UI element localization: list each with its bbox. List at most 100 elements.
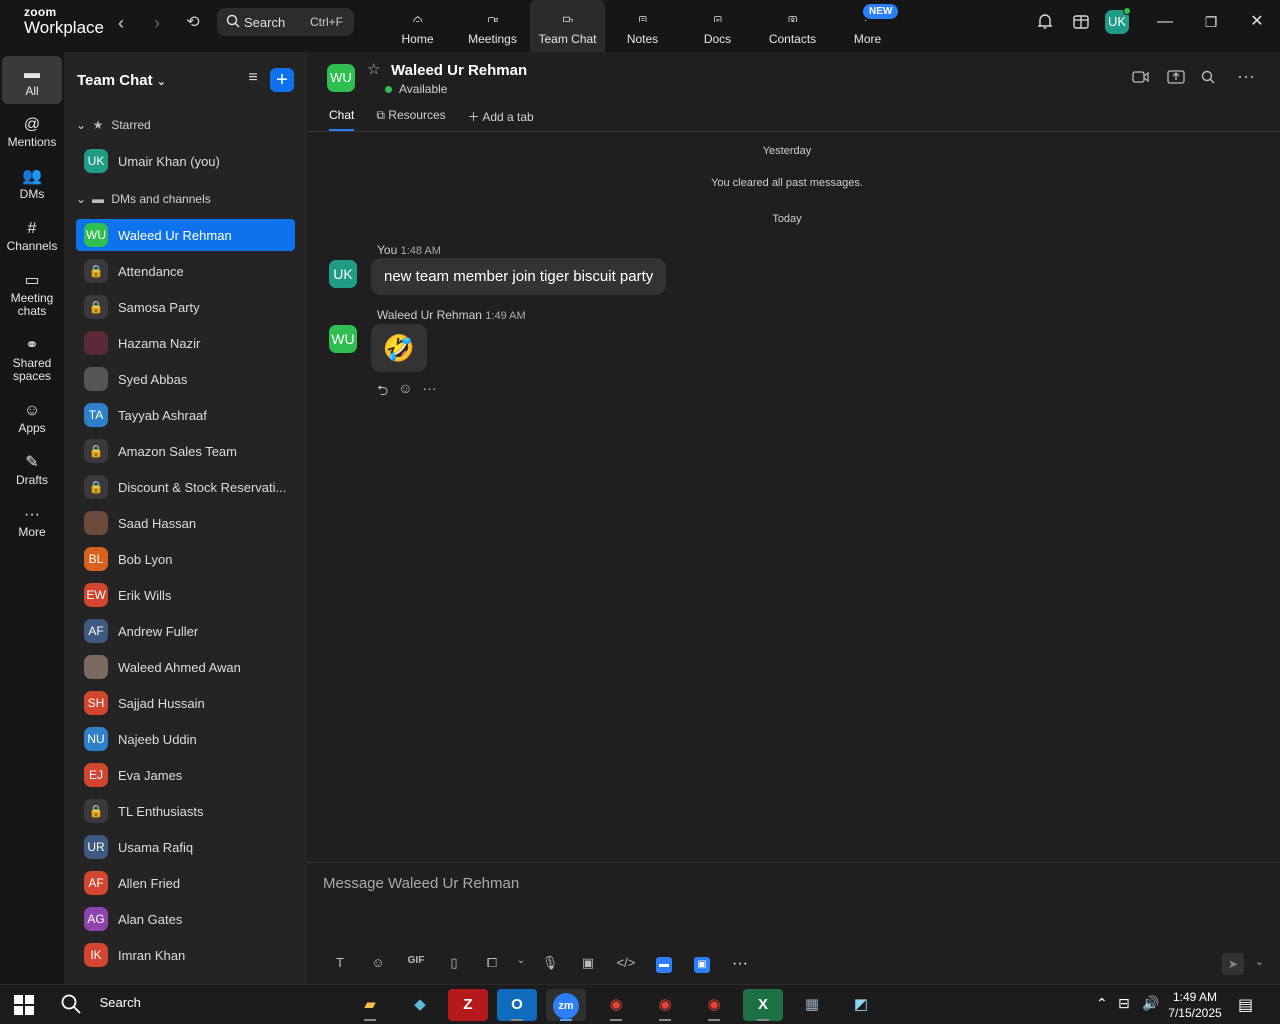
- chevron-down-icon[interactable]: ⌄: [1255, 955, 1264, 968]
- video-message-icon[interactable]: ▣: [569, 955, 607, 973]
- rail-mentions[interactable]: @ Mentions: [2, 114, 62, 149]
- chrome-icon-3[interactable]: ◉: [694, 989, 734, 1021]
- sidebar-item[interactable]: 🔒 Discount & Stock Reservati...: [76, 471, 295, 503]
- close-icon[interactable]: ✕: [1242, 10, 1272, 34]
- nav-contacts[interactable]: Contacts: [755, 0, 830, 52]
- nav-home[interactable]: Home: [380, 0, 455, 52]
- sidebar-item[interactable]: 🔒 Attendance: [76, 255, 295, 287]
- sidebar-title[interactable]: Team Chat ⌄: [77, 72, 166, 89]
- nav-meetings[interactable]: Meetings: [455, 0, 530, 52]
- add-reaction-icon[interactable]: ☺: [398, 380, 412, 404]
- user-avatar[interactable]: UK: [1105, 7, 1131, 34]
- sidebar-item[interactable]: 🔒 Amazon Sales Team: [76, 435, 295, 467]
- message-avatar[interactable]: UK: [329, 260, 357, 288]
- video-call-icon[interactable]: [1132, 70, 1150, 88]
- rail-more[interactable]: ··· More: [2, 504, 62, 539]
- sidebar-item[interactable]: AG Alan Gates: [76, 903, 295, 935]
- sidebar-item[interactable]: 🔒 Samosa Party: [76, 291, 295, 323]
- chevron-down-icon[interactable]: ⌄: [511, 955, 531, 973]
- rail-apps[interactable]: ☺ Apps: [2, 400, 62, 435]
- microphone-icon[interactable]: 🎙: [531, 955, 569, 973]
- sidebar-item[interactable]: TA Tayyab Ashraaf: [76, 399, 295, 431]
- message-bubble[interactable]: 🤣: [371, 324, 427, 372]
- message-bubble[interactable]: new team member join tiger biscuit party: [371, 258, 667, 295]
- nav-docs[interactable]: Docs: [680, 0, 755, 52]
- sidebar-item[interactable]: UK Umair Khan (you): [76, 145, 295, 177]
- more-options-icon[interactable]: ···: [1237, 66, 1255, 87]
- zoom-taskbar-icon[interactable]: zm: [546, 989, 586, 1021]
- share-screen-icon[interactable]: [1167, 70, 1185, 88]
- sidebar-item[interactable]: AF Allen Fried: [76, 867, 295, 899]
- sidebar-item[interactable]: IK Imran Khan: [76, 939, 295, 971]
- new-chat-button[interactable]: +: [270, 68, 294, 92]
- chrome-icon-1[interactable]: ◉: [596, 989, 636, 1021]
- sidebar-item[interactable]: NU Najeeb Uddin: [76, 723, 295, 755]
- app-icon-2[interactable]: ▣: [683, 955, 721, 973]
- notes-app-icon[interactable]: ◩: [841, 989, 881, 1021]
- calendar-gift-icon[interactable]: [1070, 12, 1092, 34]
- rail-shared-spaces[interactable]: ⚭ Shared spaces: [2, 335, 62, 383]
- rail-meeting-chats[interactable]: ▭ Meeting chats: [2, 270, 62, 318]
- calculator-icon[interactable]: ▦: [792, 989, 832, 1021]
- system-clock[interactable]: 1:49 AM 7/15/2025: [1165, 989, 1225, 1021]
- sidebar-item[interactable]: EW Erik Wills: [76, 579, 295, 611]
- sidebar-item[interactable]: 🔒 TL Enthusiasts: [76, 795, 295, 827]
- sidebar-item[interactable]: Waleed Ahmed Awan: [76, 651, 295, 683]
- history-icon[interactable]: ⟲: [180, 10, 206, 36]
- app-diamond-icon[interactable]: ◆: [400, 989, 440, 1021]
- bell-icon[interactable]: [1034, 12, 1056, 34]
- tab-resources[interactable]: ⧉ Resources: [376, 108, 445, 131]
- emoji-icon[interactable]: ☺: [359, 955, 397, 973]
- windows-start-icon[interactable]: [14, 995, 34, 1015]
- sidebar-item[interactable]: SH Sajjad Hussain: [76, 687, 295, 719]
- sidebar-item[interactable]: EJ Eva James: [76, 759, 295, 791]
- send-icon[interactable]: ➤: [1222, 953, 1244, 975]
- filezilla-icon[interactable]: Z: [448, 989, 488, 1021]
- reply-icon[interactable]: ⮌: [377, 380, 388, 404]
- search-box[interactable]: Search Ctrl+F: [217, 8, 354, 36]
- tab-add[interactable]: ＋ Add a tab: [468, 108, 534, 131]
- app-icon-1[interactable]: ▬: [645, 955, 683, 973]
- filter-icon[interactable]: ≡: [242, 69, 264, 91]
- sidebar-item[interactable]: Syed Abbas: [76, 363, 295, 395]
- contact-avatar[interactable]: WU: [327, 64, 355, 92]
- file-icon[interactable]: ▯: [435, 955, 473, 973]
- code-snippet-icon[interactable]: </>: [607, 955, 645, 973]
- rail-all[interactable]: ▬ All: [2, 56, 62, 104]
- sidebar-item[interactable]: Saad Hassan: [76, 507, 295, 539]
- contact-name[interactable]: Waleed Ur Rehman: [391, 62, 527, 79]
- section-dms-channels[interactable]: ⌄ ▬ DMs and channels: [76, 192, 211, 206]
- sidebar-item[interactable]: AF Andrew Fuller: [76, 615, 295, 647]
- star-outline-icon[interactable]: ☆: [367, 60, 380, 78]
- message-input[interactable]: Message Waleed Ur Rehman: [323, 875, 519, 892]
- sidebar-item[interactable]: WU Waleed Ur Rehman: [76, 219, 295, 251]
- restore-icon[interactable]: ❐: [1196, 10, 1226, 34]
- section-starred[interactable]: ⌄ ★ Starred: [76, 118, 151, 132]
- rail-channels[interactable]: # Channels: [2, 218, 62, 253]
- network-icon[interactable]: ⊟: [1118, 995, 1130, 1012]
- minimize-icon[interactable]: —: [1150, 10, 1180, 34]
- chrome-icon-2[interactable]: ◉: [645, 989, 685, 1021]
- sidebar-item[interactable]: BL Bob Lyon: [76, 543, 295, 575]
- excel-icon[interactable]: X: [743, 989, 783, 1021]
- volume-icon[interactable]: 🔊: [1142, 995, 1159, 1012]
- more-options-icon[interactable]: ···: [423, 380, 437, 404]
- sidebar-item[interactable]: Hazama Nazir: [76, 327, 295, 359]
- tab-chat[interactable]: Chat: [329, 108, 355, 131]
- notifications-icon[interactable]: ▤: [1238, 995, 1253, 1015]
- nav-team-chat[interactable]: Team Chat: [530, 0, 605, 52]
- rail-dms[interactable]: 👥 DMs: [2, 166, 62, 201]
- sidebar-item[interactable]: UR Usama Rafiq: [76, 831, 295, 863]
- file-explorer-icon[interactable]: ▰: [350, 989, 390, 1021]
- chevron-up-icon[interactable]: ⌃: [1096, 995, 1108, 1012]
- nav-notes[interactable]: Notes: [605, 0, 680, 52]
- forward-arrow-icon[interactable]: ›: [144, 10, 170, 36]
- more-dots-icon[interactable]: ···: [721, 955, 759, 973]
- message-avatar[interactable]: WU: [329, 325, 357, 353]
- rail-drafts[interactable]: ✎ Drafts: [2, 452, 62, 487]
- screenshot-icon[interactable]: ⧠: [473, 955, 511, 973]
- outlook-icon[interactable]: O: [497, 989, 537, 1021]
- taskbar-search[interactable]: Search: [60, 993, 141, 1015]
- gif-button[interactable]: GIF: [397, 955, 435, 973]
- back-arrow-icon[interactable]: ‹: [108, 10, 134, 36]
